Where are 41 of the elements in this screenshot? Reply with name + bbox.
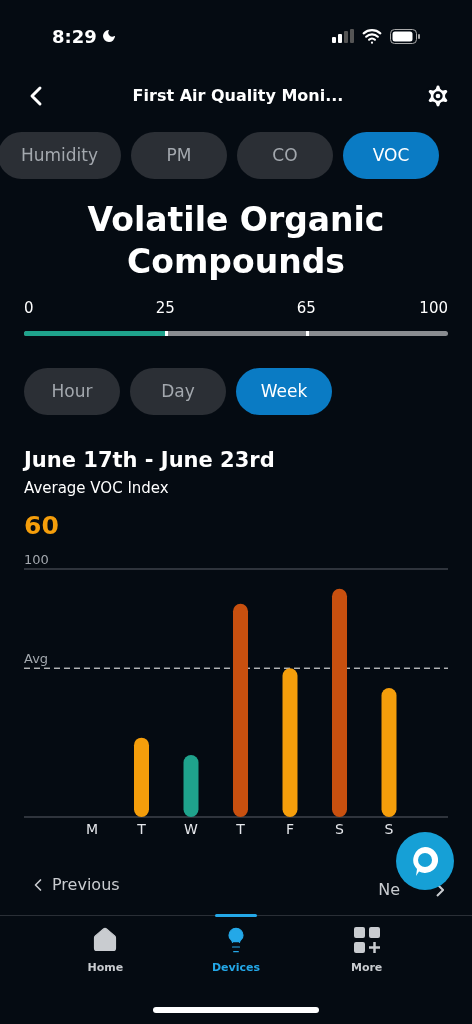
nav-item[interactable]: Devices — [191, 925, 281, 976]
tab[interactable]: Week — [236, 368, 332, 415]
tab[interactable]: Day — [130, 368, 226, 415]
scale-marker — [165, 331, 169, 336]
axis-label: W — [184, 820, 198, 837]
tab[interactable]: Hour — [24, 368, 120, 415]
tab[interactable]: VOC — [343, 132, 439, 179]
average-label: Avg — [24, 650, 49, 666]
average-value: 60 — [23, 510, 60, 542]
window-title: First Air Quality Moni... — [132, 85, 344, 107]
scale-label: 0 — [24, 298, 34, 319]
moon-icon — [100, 28, 117, 44]
bar — [183, 754, 199, 817]
axis-label: T — [236, 820, 245, 837]
signal-icon — [332, 29, 354, 43]
nav-item[interactable]: Home — [60, 925, 151, 976]
axis-label: 100 — [24, 552, 49, 567]
previous-button[interactable]: Previous — [28, 872, 120, 897]
status-time: 8:29 — [52, 24, 97, 49]
axis-label: M — [85, 820, 99, 837]
page-heading: Volatile Organic Compounds — [86, 199, 386, 283]
axis-label: S — [335, 820, 344, 837]
axis-label: F — [285, 820, 295, 837]
speech-bubble-icon — [410, 845, 440, 877]
nav-item[interactable]: More — [321, 925, 412, 976]
tab[interactable]: PM — [131, 132, 227, 179]
scale-label: 100 — [419, 298, 448, 319]
tab[interactable]: Humidity — [0, 132, 121, 179]
next-button[interactable]: Ne — [378, 877, 400, 902]
scale-label: 65 — [296, 298, 316, 319]
active-indicator — [215, 913, 257, 917]
wifi-icon — [362, 26, 382, 46]
period-title: June 17th - June 23rd — [21, 447, 276, 474]
tab[interactable]: CO — [237, 132, 333, 179]
grid-plus-icon — [352, 925, 381, 954]
axis-label: T — [137, 820, 146, 837]
scale-marker — [306, 331, 310, 336]
axis-label: S — [384, 820, 394, 837]
scale-label: 25 — [155, 298, 175, 319]
period-subtitle: Average VOC Index — [23, 477, 170, 499]
battery-icon — [390, 28, 420, 44]
